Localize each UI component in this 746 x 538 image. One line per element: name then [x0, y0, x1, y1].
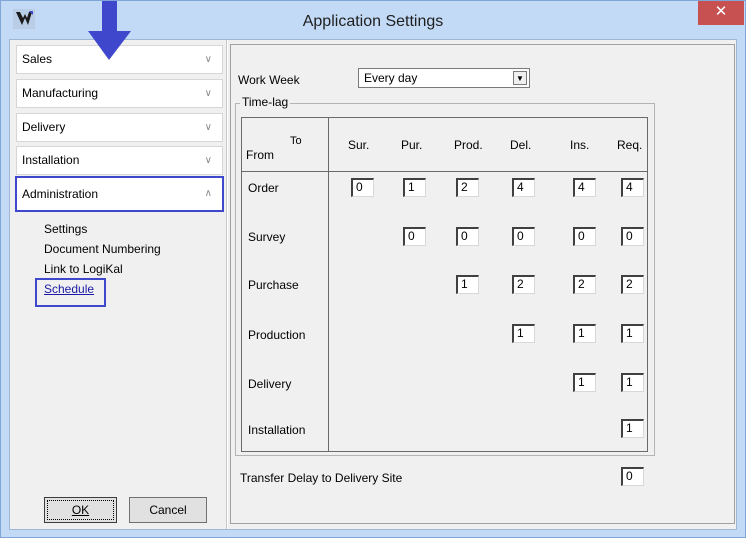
column-header-req: Req.	[617, 138, 643, 152]
column-header-ins: Ins.	[570, 138, 590, 152]
row-label-order: Order	[248, 181, 279, 195]
cell-survey-prod[interactable]: 0	[456, 227, 479, 246]
column-header-prod: Prod.	[454, 138, 483, 152]
cell-delivery-ins[interactable]: 1	[573, 373, 596, 392]
time-lag-label: Time-lag	[240, 95, 291, 109]
sub-item-document-numbering[interactable]: Document Numbering	[44, 242, 161, 256]
cell-purchase-req[interactable]: 2	[621, 275, 644, 294]
row-label-survey: Survey	[248, 230, 286, 244]
cell-survey-pur[interactable]: 0	[403, 227, 426, 246]
row-label-installation: Installation	[248, 423, 306, 437]
sub-item-link-to-logikal[interactable]: Link to LogiKal	[44, 262, 123, 276]
ok-button-label: OK	[71, 503, 90, 517]
cell-production-ins[interactable]: 1	[573, 324, 596, 343]
cell-survey-del[interactable]: 0	[512, 227, 535, 246]
row-label-production: Production	[248, 328, 306, 342]
transfer-delay-label: Transfer Delay to Delivery Site	[240, 471, 403, 485]
nav-header-delivery[interactable]: Delivery ∨	[16, 113, 223, 142]
row-label-purchase: Purchase	[248, 278, 299, 292]
cell-order-sur[interactable]: 0	[351, 178, 374, 197]
cancel-button-label: Cancel	[149, 503, 187, 517]
row-label-delivery: Delivery	[248, 377, 292, 391]
annotation-arrow-icon	[88, 1, 131, 60]
dialog-client-area: Sales ∨ Manufacturing ∨ Delivery ∨ Insta…	[9, 39, 737, 530]
left-panel-divider	[226, 40, 228, 529]
cell-order-prod[interactable]: 2	[456, 178, 479, 197]
nav-header-label: Manufacturing	[22, 86, 99, 100]
cell-production-req[interactable]: 1	[621, 324, 644, 343]
nav-header-label: Delivery	[22, 120, 66, 134]
column-header-del: Del.	[510, 138, 532, 152]
cell-order-del[interactable]: 4	[512, 178, 535, 197]
cell-delivery-req[interactable]: 1	[621, 373, 644, 392]
grid-header-divider	[241, 171, 648, 172]
from-label: From	[246, 148, 274, 162]
chevron-up-icon: ∧	[204, 188, 212, 199]
cell-order-req[interactable]: 4	[621, 178, 644, 197]
grid-row-label-divider	[328, 117, 329, 452]
cell-survey-ins[interactable]: 0	[573, 227, 596, 246]
application-settings-window: Application Settings ✕ Sales ∨ Manufactu…	[0, 0, 746, 538]
cell-installation-req[interactable]: 1	[621, 419, 644, 438]
nav-header-installation[interactable]: Installation ∨	[16, 146, 223, 175]
chevron-down-icon: ∨	[204, 88, 212, 99]
cancel-button[interactable]: Cancel	[129, 497, 207, 523]
cell-purchase-prod[interactable]: 1	[456, 275, 479, 294]
column-header-sur: Sur.	[348, 138, 370, 152]
column-header-pur: Pur.	[401, 138, 423, 152]
schedule-highlight-box	[35, 278, 106, 307]
cell-order-ins[interactable]: 4	[573, 178, 596, 197]
chevron-down-icon: ∨	[204, 122, 212, 133]
nav-header-label: Installation	[22, 153, 80, 167]
nav-header-administration[interactable]: Administration ∧	[15, 176, 224, 212]
transfer-delay-input[interactable]: 0	[621, 467, 644, 486]
to-label: To	[290, 135, 302, 147]
nav-header-label: Administration	[22, 187, 99, 201]
cell-survey-req[interactable]: 0	[621, 227, 644, 246]
sub-item-settings[interactable]: Settings	[44, 222, 87, 236]
ok-button[interactable]: OK	[44, 497, 117, 523]
chevron-down-icon: ∨	[204, 155, 212, 166]
cell-order-pur[interactable]: 1	[403, 178, 426, 197]
cell-production-del[interactable]: 1	[512, 324, 535, 343]
cell-purchase-del[interactable]: 2	[512, 275, 535, 294]
cell-purchase-ins[interactable]: 2	[573, 275, 596, 294]
nav-header-manufacturing[interactable]: Manufacturing ∨	[16, 79, 223, 108]
